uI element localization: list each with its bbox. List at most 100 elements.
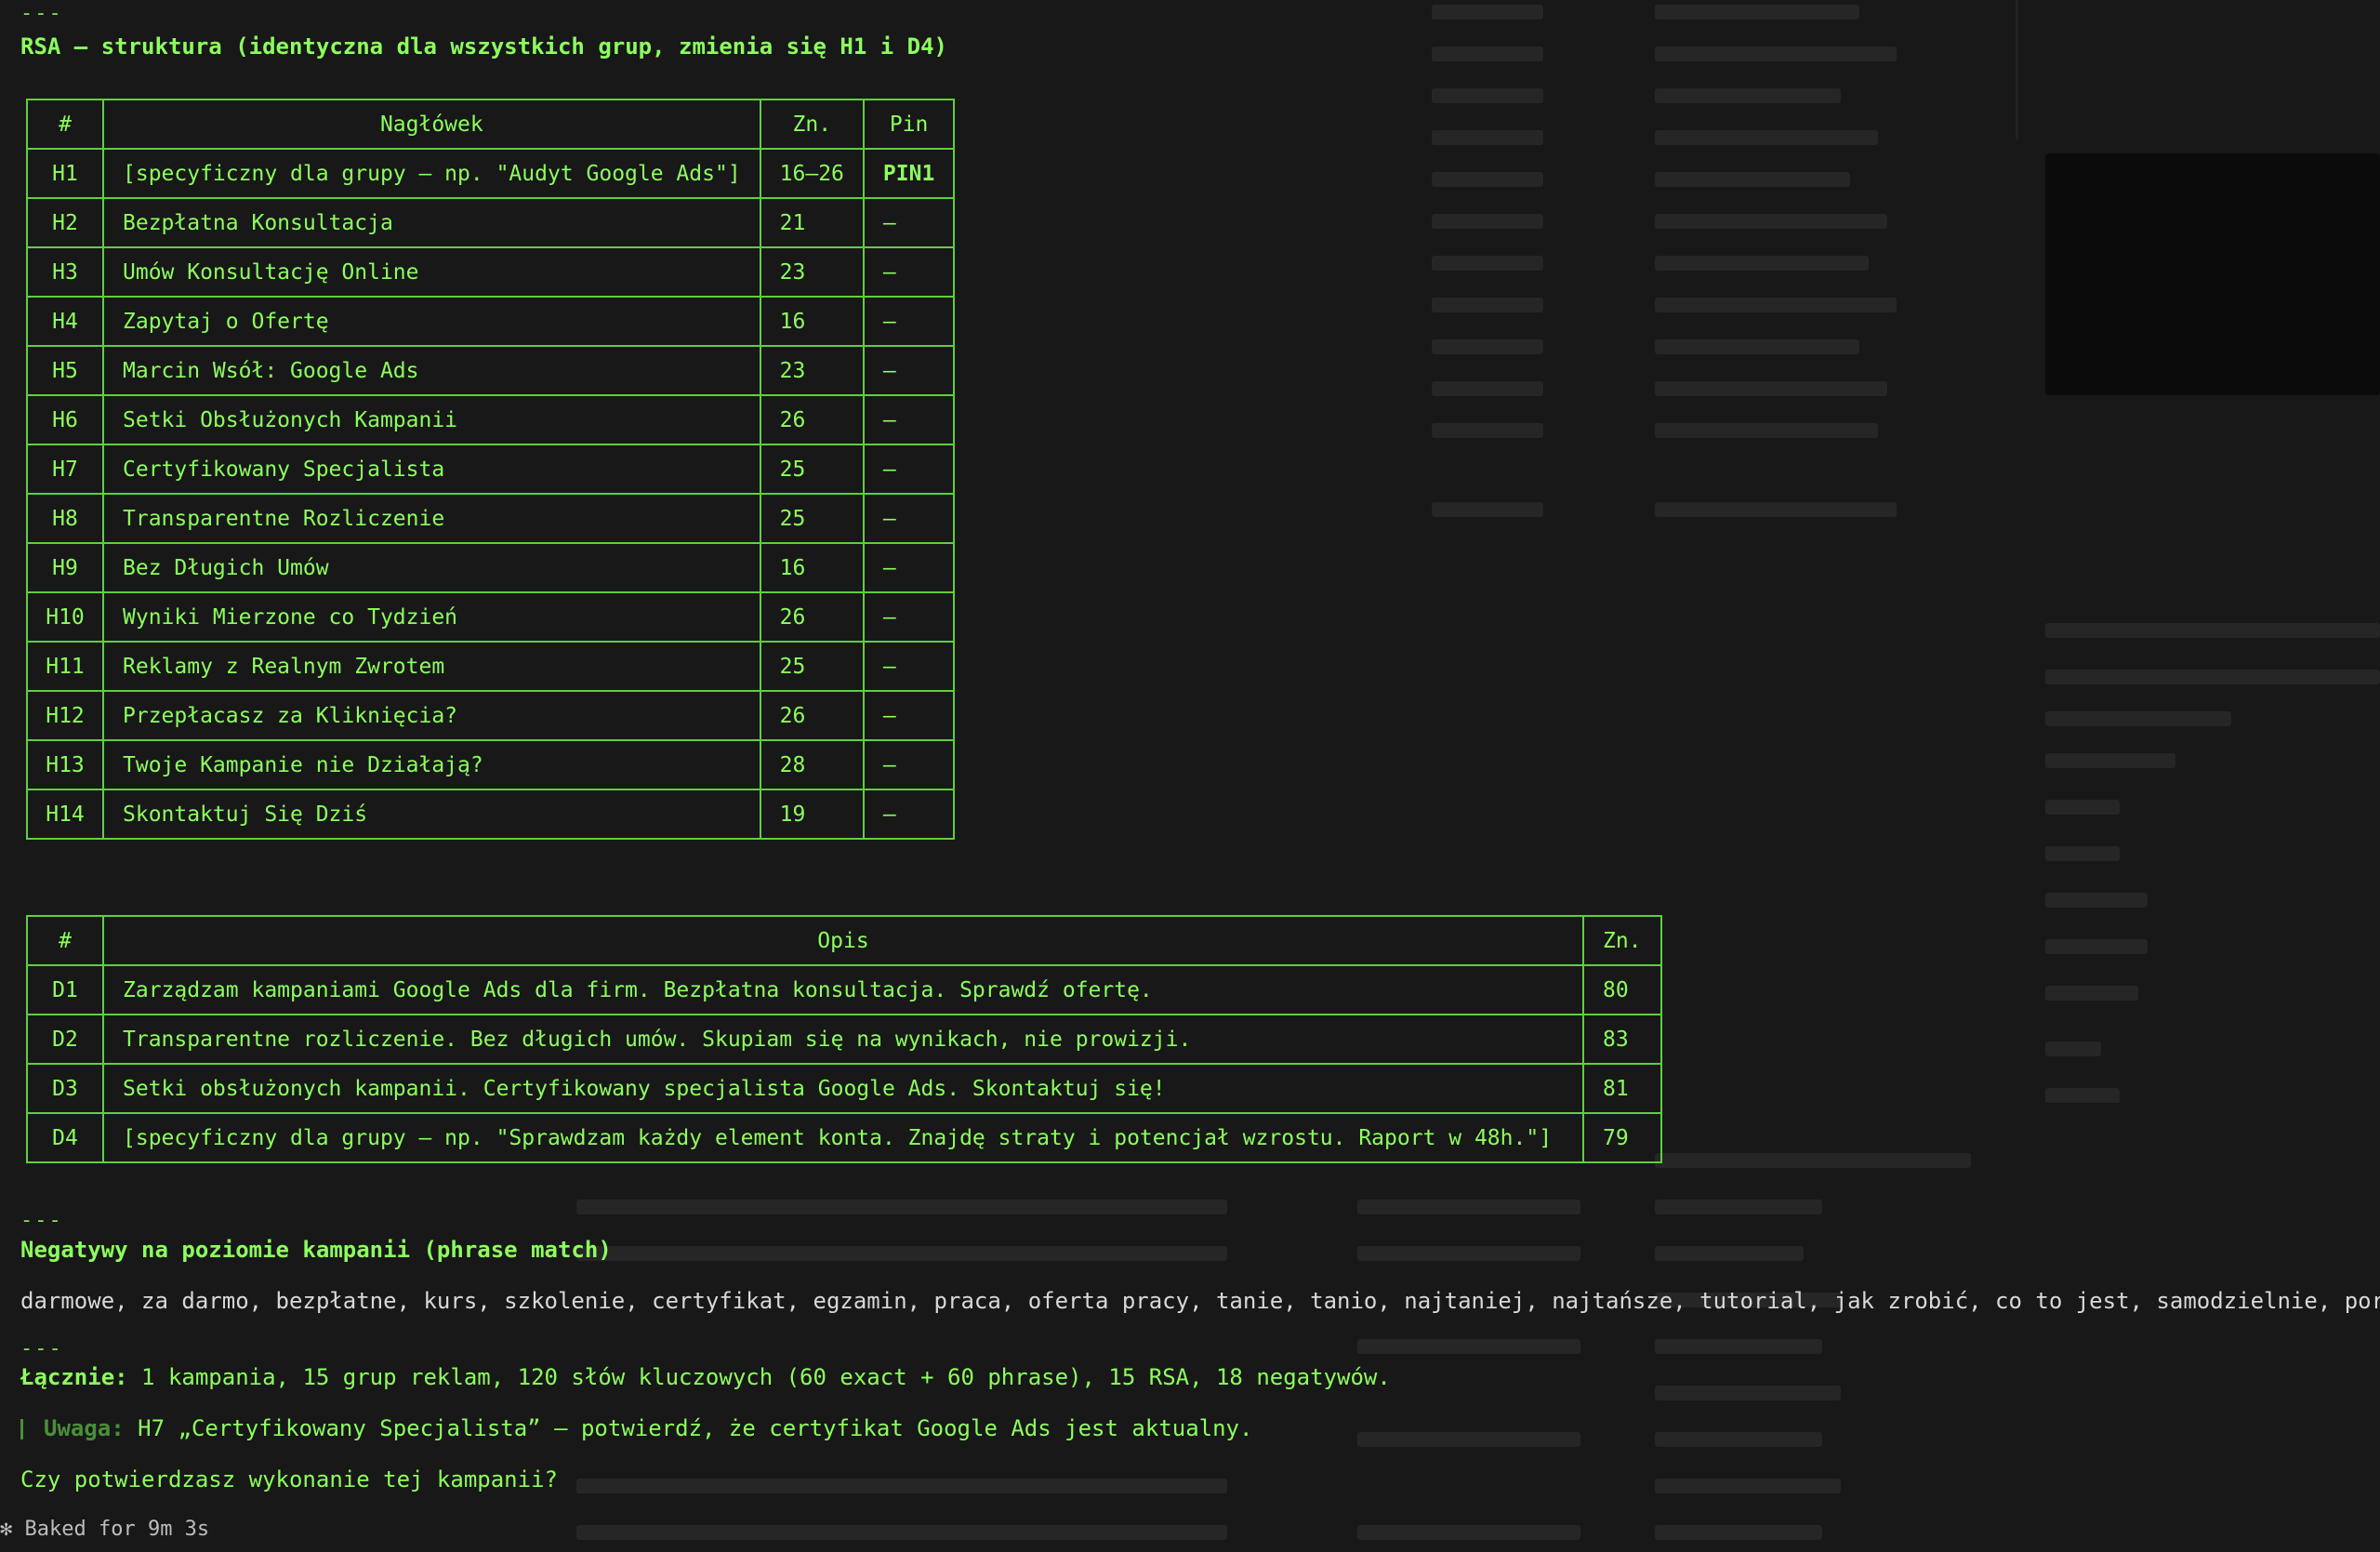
- cell-headline: Wyniki Mierzone co Tydzień: [102, 591, 761, 643]
- cell-index: H6: [26, 394, 104, 445]
- column-header-description: Opis: [102, 915, 1584, 966]
- cell-index: H7: [26, 444, 104, 495]
- cell-pin: —: [862, 493, 956, 544]
- footer-text: Baked for 9m 3s: [24, 1518, 210, 1541]
- headlines-table: # Nagłówek Zn. Pin H1 [specyficzny dla gr…: [26, 99, 956, 840]
- table-row: D1 Zarządzam kampaniami Google Ads dla fi…: [26, 964, 1662, 1015]
- cell-description: Zarządzam kampaniami Google Ads dla firm…: [102, 964, 1584, 1015]
- cell-index: H8: [26, 493, 104, 544]
- column-header-index: #: [26, 915, 104, 966]
- cell-chars: 19: [759, 789, 865, 840]
- cell-headline: Setki Obsłużonych Kampanii: [102, 394, 761, 445]
- cell-chars: 16: [759, 542, 865, 593]
- cell-index: H13: [26, 739, 104, 790]
- table-row: D3 Setki obsłużonych kampanii. Certyfikow…: [26, 1063, 1662, 1114]
- cell-headline: [specyficzny dla grupy — np. "Audyt Goog…: [102, 148, 761, 199]
- cell-index: H5: [26, 345, 104, 396]
- table-row: H14 Skontaktuj Się Dziś 19—: [26, 789, 956, 840]
- cell-headline: Transparentne Rozliczenie: [102, 493, 761, 544]
- cell-headline: Bez Długich Umów: [102, 542, 761, 593]
- cell-description: Setki obsłużonych kampanii. Certyfikowan…: [102, 1063, 1584, 1114]
- cell-chars: 25: [759, 493, 865, 544]
- cell-pin: —: [862, 444, 956, 495]
- cell-index: H1: [26, 148, 104, 199]
- table-header-row: # Opis Zn.: [26, 915, 1662, 966]
- cell-index: D3: [26, 1063, 104, 1114]
- table-row: H5 Marcin Wsół: Google Ads 23—: [26, 345, 956, 396]
- cell-index: H10: [26, 591, 104, 643]
- rsa-title: RSA — struktura (identyczna dla wszystki…: [20, 33, 947, 60]
- cell-index: H3: [26, 246, 104, 298]
- cell-description: Transparentne rozliczenie. Bez długich u…: [102, 1014, 1584, 1065]
- column-header-pin: Pin: [862, 99, 956, 150]
- cell-chars: 83: [1582, 1014, 1662, 1065]
- column-header-index: #: [26, 99, 104, 150]
- cell-index: H9: [26, 542, 104, 593]
- separator: ---: [20, 1337, 63, 1360]
- table-header-row: # Nagłówek Zn. Pin: [26, 99, 956, 150]
- cell-pin: —: [862, 739, 956, 790]
- cell-chars: 23: [759, 246, 865, 298]
- cell-headline: Reklamy z Realnym Zwrotem: [102, 641, 761, 692]
- descriptions-table: # Opis Zn. D1 Zarządzam kampaniami Google…: [26, 915, 1662, 1163]
- cell-chars: 23: [759, 345, 865, 396]
- cell-pin: —: [862, 690, 956, 741]
- table-row: H10 Wyniki Mierzone co Tydzień 26—: [26, 591, 956, 643]
- cell-pin: —: [862, 345, 956, 396]
- cell-index: H4: [26, 296, 104, 347]
- cell-pin: —: [862, 542, 956, 593]
- column-header-chars: Zn.: [759, 99, 865, 150]
- cell-index: D1: [26, 964, 104, 1015]
- note-text: H7 „Certyfikowany Specjalista” — potwier…: [138, 1415, 1253, 1441]
- table-row: H13 Twoje Kampanie nie Działają? 28—: [26, 739, 956, 790]
- cell-index: H12: [26, 690, 104, 741]
- table-row: H6 Setki Obsłużonych Kampanii 26—: [26, 394, 956, 445]
- column-header-chars: Zn.: [1582, 915, 1662, 966]
- cell-chars: 28: [759, 739, 865, 790]
- summary-line: Łącznie: 1 kampania, 15 grup reklam, 120…: [20, 1364, 1391, 1390]
- cell-headline: Certyfikowany Specjalista: [102, 444, 761, 495]
- table-row: H12 Przepłacasz za Kliknięcia? 26—: [26, 690, 956, 741]
- cell-headline: Umów Konsultację Online: [102, 246, 761, 298]
- cell-pin: —: [862, 394, 956, 445]
- table-row: D4 [specyficzny dla grupy — np. "Sprawdza…: [26, 1112, 1662, 1163]
- question-label: Czy potwierdzasz wykonanie tej kampanii?: [20, 1466, 558, 1492]
- separator: ---: [20, 2, 63, 25]
- table-row: D2 Transparentne rozliczenie. Bez długich…: [26, 1014, 1662, 1065]
- table-row: H7 Certyfikowany Specjalista 25—: [26, 444, 956, 495]
- cell-chars: 16: [759, 296, 865, 347]
- cell-index: D2: [26, 1014, 104, 1065]
- cell-chars: 26: [759, 394, 865, 445]
- cell-index: H2: [26, 197, 104, 248]
- table-row: H2 Bezpłatna Konsultacja 21—: [26, 197, 956, 248]
- separator: ---: [20, 1209, 63, 1232]
- table-row: H11 Reklamy z Realnym Zwrotem 25—: [26, 641, 956, 692]
- cell-chars: 26: [759, 690, 865, 741]
- cell-pin: —: [862, 591, 956, 643]
- note-label: Uwaga:: [44, 1415, 125, 1441]
- negatives-list: darmowe, za darmo, bezpłatne, kurs, szko…: [20, 1288, 2380, 1314]
- cell-chars: 25: [759, 641, 865, 692]
- column-header-headline: Nagłówek: [102, 99, 761, 150]
- cell-index: H14: [26, 789, 104, 840]
- cell-pin: —: [862, 641, 956, 692]
- negatives-title: Negatywy na poziomie kampanii (phrase ma…: [20, 1237, 612, 1263]
- cell-chars: 25: [759, 444, 865, 495]
- cell-headline: Skontaktuj Się Dziś: [102, 789, 761, 840]
- cell-pin: —: [862, 296, 956, 347]
- table-row: H9 Bez Długich Umów 16—: [26, 542, 956, 593]
- cell-index: H11: [26, 641, 104, 692]
- summary-label: Łącznie:: [20, 1364, 128, 1390]
- cell-headline: Przepłacasz za Kliknięcia?: [102, 690, 761, 741]
- cell-description: [specyficzny dla grupy — np. "Sprawdzam …: [102, 1112, 1584, 1163]
- table-row: H1 [specyficzny dla grupy — np. "Audyt Go…: [26, 148, 956, 199]
- cell-headline: Twoje Kampanie nie Działają?: [102, 739, 761, 790]
- cell-headline: Zapytaj o Ofertę: [102, 296, 761, 347]
- cell-index: D4: [26, 1112, 104, 1163]
- summary-text: 1 kampania, 15 grup reklam, 120 słów klu…: [141, 1364, 1391, 1390]
- cell-chars: 81: [1582, 1063, 1662, 1114]
- cell-chars: 26: [759, 591, 865, 643]
- table-row: H8 Transparentne Rozliczenie 25—: [26, 493, 956, 544]
- cell-pin: —: [862, 246, 956, 298]
- cell-chars: 79: [1582, 1112, 1662, 1163]
